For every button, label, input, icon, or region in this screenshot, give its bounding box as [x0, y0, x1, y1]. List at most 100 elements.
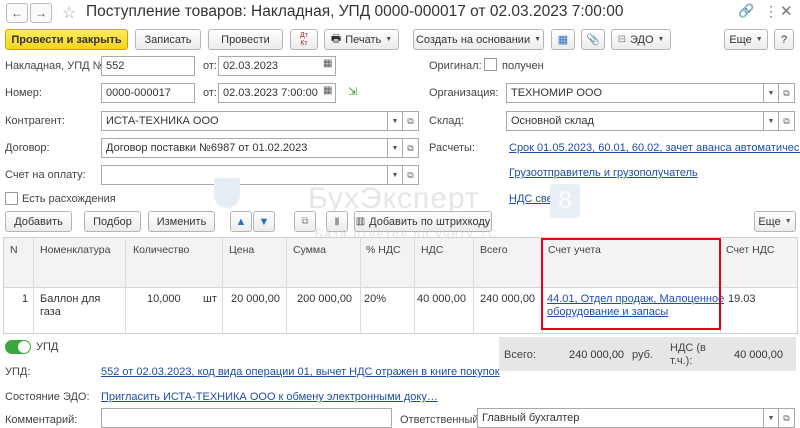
copy-icon: ⧉	[301, 216, 309, 227]
col-header-n[interactable]: N	[10, 244, 18, 256]
chevron-down-icon: ▼	[391, 117, 399, 125]
invoice-date-label: от:	[203, 60, 217, 72]
attach-button[interactable]: 📎	[581, 29, 605, 50]
more-button[interactable]: Еще ▼	[724, 29, 768, 50]
contractor-dropdown[interactable]: ▼	[388, 111, 403, 131]
table-add-button[interactable]: Добавить	[5, 211, 72, 232]
col-header-vat-rate[interactable]: % НДС	[366, 244, 401, 256]
structure-icon: ▦	[557, 34, 569, 46]
print-button[interactable]: 🖶 Печать ▼	[324, 29, 399, 50]
contract-dropdown[interactable]: ▼	[388, 138, 403, 158]
table-more-button[interactable]: Еще ▼	[754, 211, 796, 232]
table-edit-button[interactable]: Изменить	[148, 211, 215, 232]
row-vat-rate: 20%	[364, 293, 387, 305]
open-icon: ⧉	[783, 87, 790, 98]
favorite-star-icon[interactable]: ☆	[62, 3, 76, 23]
row-unit: шт	[203, 293, 217, 305]
delete-row-button[interactable]: ▮	[326, 211, 348, 232]
nav-back-button[interactable]: ←	[6, 3, 28, 23]
arrow-down-icon: ▼	[258, 215, 270, 228]
row-n: 1	[22, 293, 29, 305]
total-label: Всего:	[504, 349, 536, 361]
close-icon[interactable]: ✕	[780, 2, 793, 20]
organization-label: Организация:	[429, 87, 499, 99]
shipper-consignee-link[interactable]: Грузоотправитель и грузополучатель	[509, 167, 698, 179]
responsible-open-button[interactable]: ⧉	[779, 408, 795, 428]
chevron-down-icon: ▼	[767, 117, 775, 125]
edo-button[interactable]: ⊟ ЭДО ▼	[611, 29, 671, 50]
vat-total-label: НДС (в	[670, 342, 706, 354]
col-header-qty[interactable]: Количество	[133, 244, 189, 256]
comment-input[interactable]	[101, 408, 392, 428]
move-up-button[interactable]: ▲	[230, 211, 252, 232]
contractor-input[interactable]: ИСТА-ТЕХНИКА ООО	[101, 111, 388, 131]
payment-invoice-label: Счет на оплату:	[5, 169, 86, 181]
structure-button[interactable]: ▦	[551, 29, 575, 50]
invoice-number-input[interactable]: 552	[101, 56, 195, 76]
number-label: Номер:	[5, 87, 42, 99]
invoice-number-label: Накладная, УПД №:	[5, 60, 108, 72]
col-header-total[interactable]: Всего	[480, 244, 508, 256]
delete-icon: ▮	[334, 216, 340, 227]
help-button[interactable]: ?	[774, 29, 794, 50]
doc-status-icon: ⇲	[348, 86, 358, 98]
upd-label: УПД:	[5, 366, 31, 378]
number-input[interactable]: 0000-000017	[101, 83, 195, 103]
warehouse-dropdown[interactable]: ▼	[764, 111, 779, 131]
responsible-input[interactable]: Главный бухгалтер	[477, 408, 764, 428]
doc-date-label: от:	[203, 87, 217, 99]
nav-forward-button[interactable]: →	[30, 3, 52, 23]
row-price: 20 000,00	[231, 293, 280, 305]
contractor-open-button[interactable]: ⧉	[403, 111, 419, 131]
chevron-down-icon: ▼	[784, 218, 792, 225]
row-qty: 10,000	[147, 293, 181, 305]
chevron-down-icon: ▼	[534, 36, 542, 43]
settlements-link[interactable]: Срок 01.05.2023, 60.01, 60.02, зачет ава…	[509, 142, 800, 154]
col-header-price[interactable]: Цена	[229, 244, 254, 256]
printer-icon: 🖶	[330, 33, 342, 45]
chevron-down-icon: ▼	[767, 414, 775, 422]
settlements-label: Расчеты:	[429, 142, 475, 154]
col-header-sum[interactable]: Сумма	[293, 244, 326, 256]
discrepancy-checkbox[interactable]	[5, 192, 18, 205]
responsible-dropdown[interactable]: ▼	[764, 408, 779, 428]
contract-open-button[interactable]: ⧉	[403, 138, 419, 158]
warehouse-input[interactable]: Основной склад	[506, 111, 764, 131]
invoice-date-input[interactable]: 02.03.2023	[218, 56, 336, 76]
col-header-vat[interactable]: НДС	[421, 244, 443, 256]
calendar-icon[interactable]: ▦	[323, 85, 332, 96]
col-header-item[interactable]: Номенклатура	[40, 244, 110, 256]
calendar-icon[interactable]: ▦	[323, 58, 332, 69]
organization-dropdown[interactable]: ▼	[764, 83, 779, 103]
paperclip-icon: 📎	[586, 34, 600, 46]
original-received-checkbox[interactable]	[484, 58, 497, 71]
contract-input[interactable]: Договор поставки №6987 от 01.02.2023	[101, 138, 388, 158]
barcode-icon: ▥	[355, 216, 366, 227]
col-header-vat-account[interactable]: Счет НДС	[726, 244, 774, 256]
create-based-on-button[interactable]: Создать на основании ▼	[413, 29, 544, 50]
post-button[interactable]: Провести	[208, 29, 283, 50]
organization-input[interactable]: ТЕХНОМИР ООО	[506, 83, 764, 103]
table-select-button[interactable]: Подбор	[84, 211, 141, 232]
link-icon[interactable]: 🔗	[738, 3, 754, 19]
contractor-label: Контрагент:	[5, 115, 65, 127]
chevron-down-icon: ▼	[391, 171, 399, 179]
add-by-barcode-button[interactable]: ▥ Добавить по штрихкоду	[354, 211, 492, 232]
organization-open-button[interactable]: ⧉	[779, 83, 795, 103]
move-down-button[interactable]: ▼	[253, 211, 275, 232]
window-title: Поступление товаров: Накладная, УПД 0000…	[86, 3, 624, 20]
account-column-highlight	[541, 238, 721, 330]
watermark-logo-icon	[214, 178, 240, 208]
comment-label: Комментарий:	[5, 414, 78, 426]
upd-link[interactable]: 552 от 02.03.2023, код вида операции 01,…	[101, 366, 500, 378]
post-and-close-button[interactable]: Провести и закрыть	[5, 29, 128, 50]
upd-toggle[interactable]	[5, 340, 31, 354]
dt-kt-button[interactable]: Дт Кт	[290, 29, 318, 50]
edo-invite-link[interactable]: Пригласить ИСТА-ТЕХНИКА ООО к обмену эле…	[101, 391, 438, 403]
kebab-menu-icon[interactable]: ⋮	[764, 3, 778, 20]
warehouse-open-button[interactable]: ⧉	[779, 111, 795, 131]
copy-row-button[interactable]: ⧉	[294, 211, 316, 232]
doc-datetime-input[interactable]: 02.03.2023 7:00:00	[218, 83, 336, 103]
chevron-down-icon: ▼	[385, 36, 393, 43]
save-button[interactable]: Записать	[135, 29, 201, 50]
